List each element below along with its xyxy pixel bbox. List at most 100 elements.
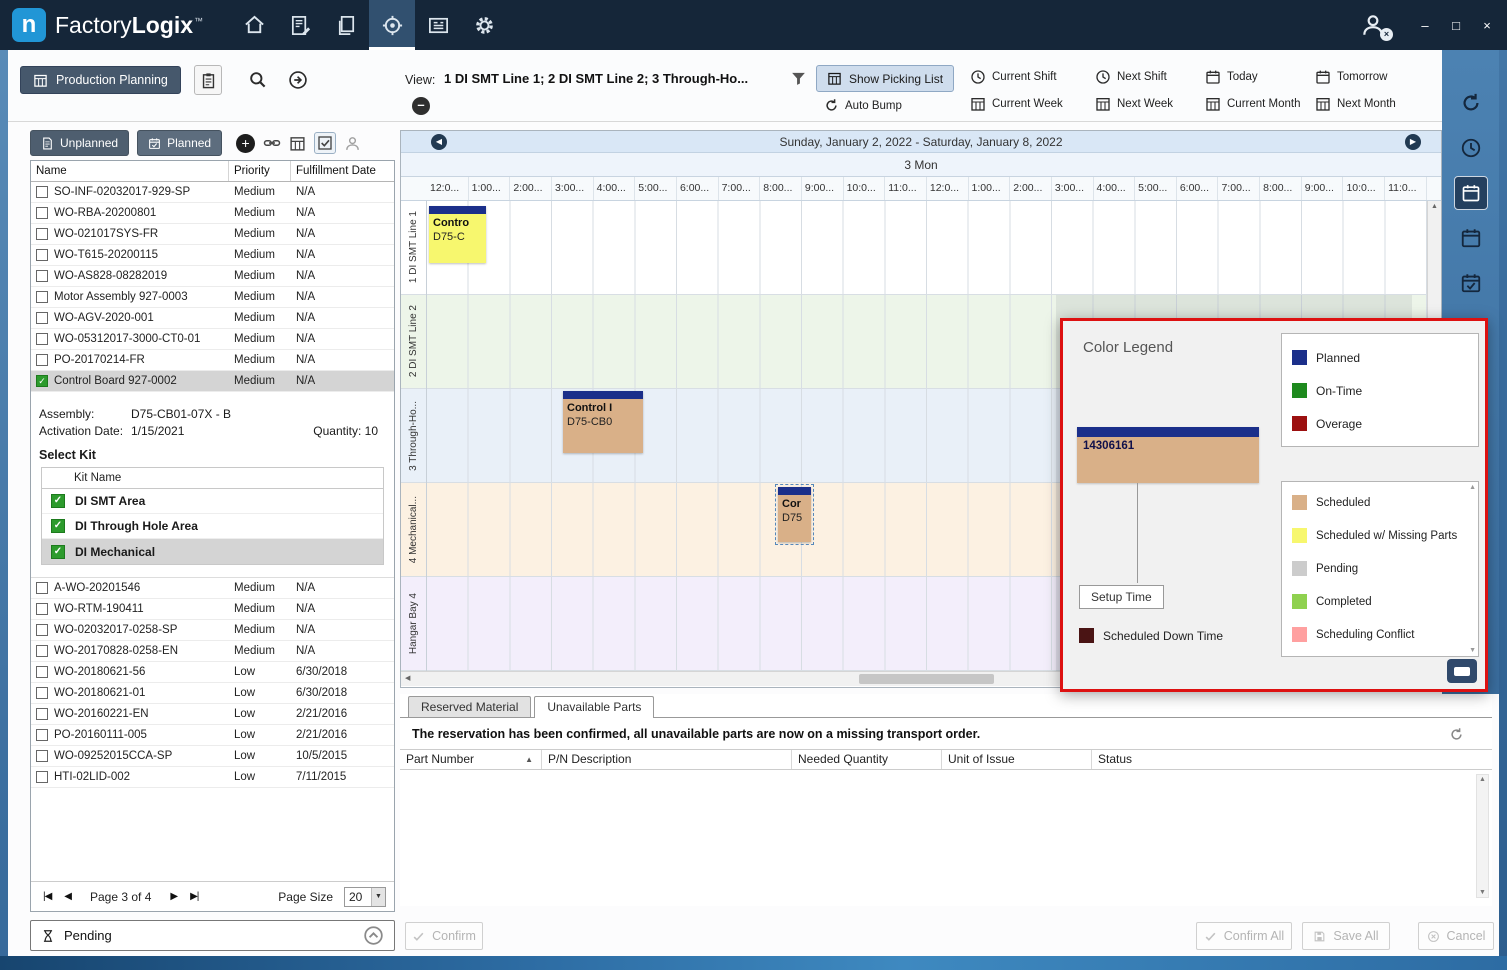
add-order-icon[interactable]: + [236, 134, 255, 153]
order-checkbox[interactable] [36, 645, 48, 657]
confirm-button[interactable]: Confirm [405, 922, 483, 950]
multi-select-icon[interactable] [314, 132, 336, 154]
show-picking-list-button[interactable]: Show Picking List [816, 65, 954, 92]
current-month-button[interactable]: Current Month [1205, 96, 1301, 112]
column-pn-description[interactable]: P/N Description [542, 750, 792, 769]
current-week-button[interactable]: Current Week [970, 96, 1063, 112]
tab-unavailable-parts[interactable]: Unavailable Parts [534, 696, 654, 718]
settings-gear-icon[interactable] [461, 0, 507, 50]
close-button[interactable]: × [1479, 18, 1495, 33]
order-row[interactable]: WO-02032017-0258-SP Medium N/A [31, 620, 394, 641]
order-row[interactable]: Motor Assembly 927-0003 Medium N/A [31, 287, 394, 308]
order-checkbox[interactable] [36, 603, 48, 615]
order-checkbox[interactable] [36, 249, 48, 261]
legend-scroll-up-icon[interactable]: ▲ [1469, 484, 1476, 491]
column-status[interactable]: Status [1092, 750, 1492, 769]
kit-checkbox-checked[interactable]: ✓ [51, 545, 65, 559]
schedule-grid-icon[interactable] [289, 135, 306, 152]
order-row[interactable]: A-WO-20201546 Medium N/A [31, 578, 394, 599]
order-checkbox[interactable] [36, 687, 48, 699]
order-checkbox[interactable] [36, 771, 48, 783]
order-checkbox[interactable] [36, 270, 48, 282]
order-checkbox[interactable] [36, 666, 48, 678]
planned-tab[interactable]: Planned [137, 130, 222, 156]
next-period-icon[interactable]: ▶ [1405, 134, 1421, 150]
order-row[interactable]: WO-20180621-56 Low 6/30/2018 [31, 662, 394, 683]
next-week-button[interactable]: Next Week [1095, 96, 1173, 112]
order-checkbox[interactable] [36, 750, 48, 762]
cancel-button[interactable]: Cancel [1418, 922, 1494, 950]
page-size-select[interactable]: 20▼ [344, 887, 386, 907]
gantt-bar-scheduled[interactable]: Control I D75-CB0 [563, 391, 643, 453]
next-shift-button[interactable]: Next Shift [1095, 69, 1167, 85]
column-needed-quantity[interactable]: Needed Quantity [792, 750, 942, 769]
refresh-icon[interactable] [1449, 726, 1464, 744]
home-icon[interactable] [231, 0, 277, 50]
order-row[interactable]: WO-05312017-3000-CT0-01 Medium N/A [31, 329, 394, 350]
tomorrow-button[interactable]: Tomorrow [1315, 69, 1387, 85]
order-row[interactable]: WO-20160221-EN Low 2/21/2016 [31, 704, 394, 725]
order-row[interactable]: WO-20180621-01 Low 6/30/2018 [31, 683, 394, 704]
maximize-button[interactable]: □ [1448, 18, 1464, 33]
link-icon[interactable] [263, 134, 281, 152]
month-view-icon[interactable] [1454, 221, 1488, 255]
column-part-number[interactable]: Part Number▲ [400, 750, 542, 769]
scrollbar-thumb[interactable] [859, 674, 994, 684]
order-row[interactable]: WO-T615-20200115 Medium N/A [31, 245, 394, 266]
order-row[interactable]: SO-INF-02032017-929-SP Medium N/A [31, 182, 394, 203]
kit-row[interactable]: ✓ DI Through Hole Area [42, 514, 383, 539]
column-name[interactable]: Name [31, 161, 229, 181]
order-row-selected[interactable]: ✓Control Board 927-0002 Medium N/A [31, 371, 394, 392]
production-planning-nav-icon[interactable] [369, 0, 415, 50]
orders-table-header[interactable]: Name Priority Fulfillment Date [31, 161, 394, 182]
order-row[interactable]: WO-021017SYS-FR Medium N/A [31, 224, 394, 245]
parts-table-header[interactable]: Part Number▲ P/N Description Needed Quan… [400, 749, 1492, 770]
order-row[interactable]: PO-20160111-005 Low 2/21/2016 [31, 725, 394, 746]
legend-scroll-down-icon[interactable]: ▼ [1469, 647, 1476, 654]
refresh-view-icon[interactable] [1454, 86, 1488, 120]
collapse-icon[interactable]: – [412, 97, 430, 115]
production-planning-button[interactable]: Production Planning [20, 66, 181, 94]
legend-toggle-button[interactable] [1447, 659, 1477, 683]
go-to-icon[interactable] [288, 70, 308, 90]
next-month-button[interactable]: Next Month [1315, 96, 1396, 112]
order-checkbox[interactable] [36, 582, 48, 594]
order-row[interactable]: PO-20170214-FR Medium N/A [31, 350, 394, 371]
gantt-bar-selected[interactable]: Cor D75 [778, 487, 811, 542]
scroll-left-icon[interactable]: ◀ [405, 672, 410, 686]
user-account-icon[interactable]: × [1360, 12, 1386, 38]
unplanned-tab[interactable]: Unplanned [30, 130, 129, 156]
order-row[interactable]: WO-AGV-2020-001 Medium N/A [31, 308, 394, 329]
order-checkbox[interactable] [36, 228, 48, 240]
save-all-button[interactable]: Save All [1302, 922, 1390, 950]
kit-checkbox-checked[interactable]: ✓ [51, 494, 65, 508]
column-priority[interactable]: Priority [229, 161, 291, 181]
order-row[interactable]: HTI-02LID-002 Low 7/11/2015 [31, 767, 394, 788]
kit-row[interactable]: ✓ DI SMT Area [42, 489, 383, 514]
prev-page-button[interactable]: ◀ [60, 889, 75, 904]
last-page-button[interactable]: ▶| [186, 889, 202, 904]
kit-checkbox-checked[interactable]: ✓ [51, 519, 65, 533]
scroll-up-icon[interactable]: ▲ [1428, 203, 1441, 210]
news-icon[interactable] [415, 0, 461, 50]
parts-scrollbar[interactable]: ▲ ▼ [1476, 774, 1489, 898]
minimize-button[interactable]: – [1417, 18, 1433, 33]
order-row[interactable]: WO-09252015CCA-SP Low 10/5/2015 [31, 746, 394, 767]
order-checkbox[interactable] [36, 333, 48, 345]
order-checkbox[interactable] [36, 624, 48, 636]
order-checkbox[interactable] [36, 729, 48, 741]
expand-up-icon[interactable] [363, 925, 384, 946]
view-selector[interactable]: 1 DI SMT Line 1; 2 DI SMT Line 2; 3 Thro… [444, 71, 776, 86]
time-view-icon[interactable] [1454, 131, 1488, 165]
documents-icon[interactable] [323, 0, 369, 50]
order-checkbox[interactable] [36, 708, 48, 720]
clipboard-button[interactable] [194, 65, 222, 95]
timeline-view-icon[interactable] [1454, 266, 1488, 300]
order-checkbox[interactable] [36, 291, 48, 303]
kit-row[interactable]: ✓ DI Mechanical [42, 539, 383, 564]
assign-user-icon[interactable] [344, 135, 361, 152]
filter-icon[interactable] [790, 70, 807, 88]
next-page-button[interactable]: ▶ [166, 889, 181, 904]
order-row[interactable]: WO-20170828-0258-EN Medium N/A [31, 641, 394, 662]
first-page-button[interactable]: |◀ [39, 889, 55, 904]
